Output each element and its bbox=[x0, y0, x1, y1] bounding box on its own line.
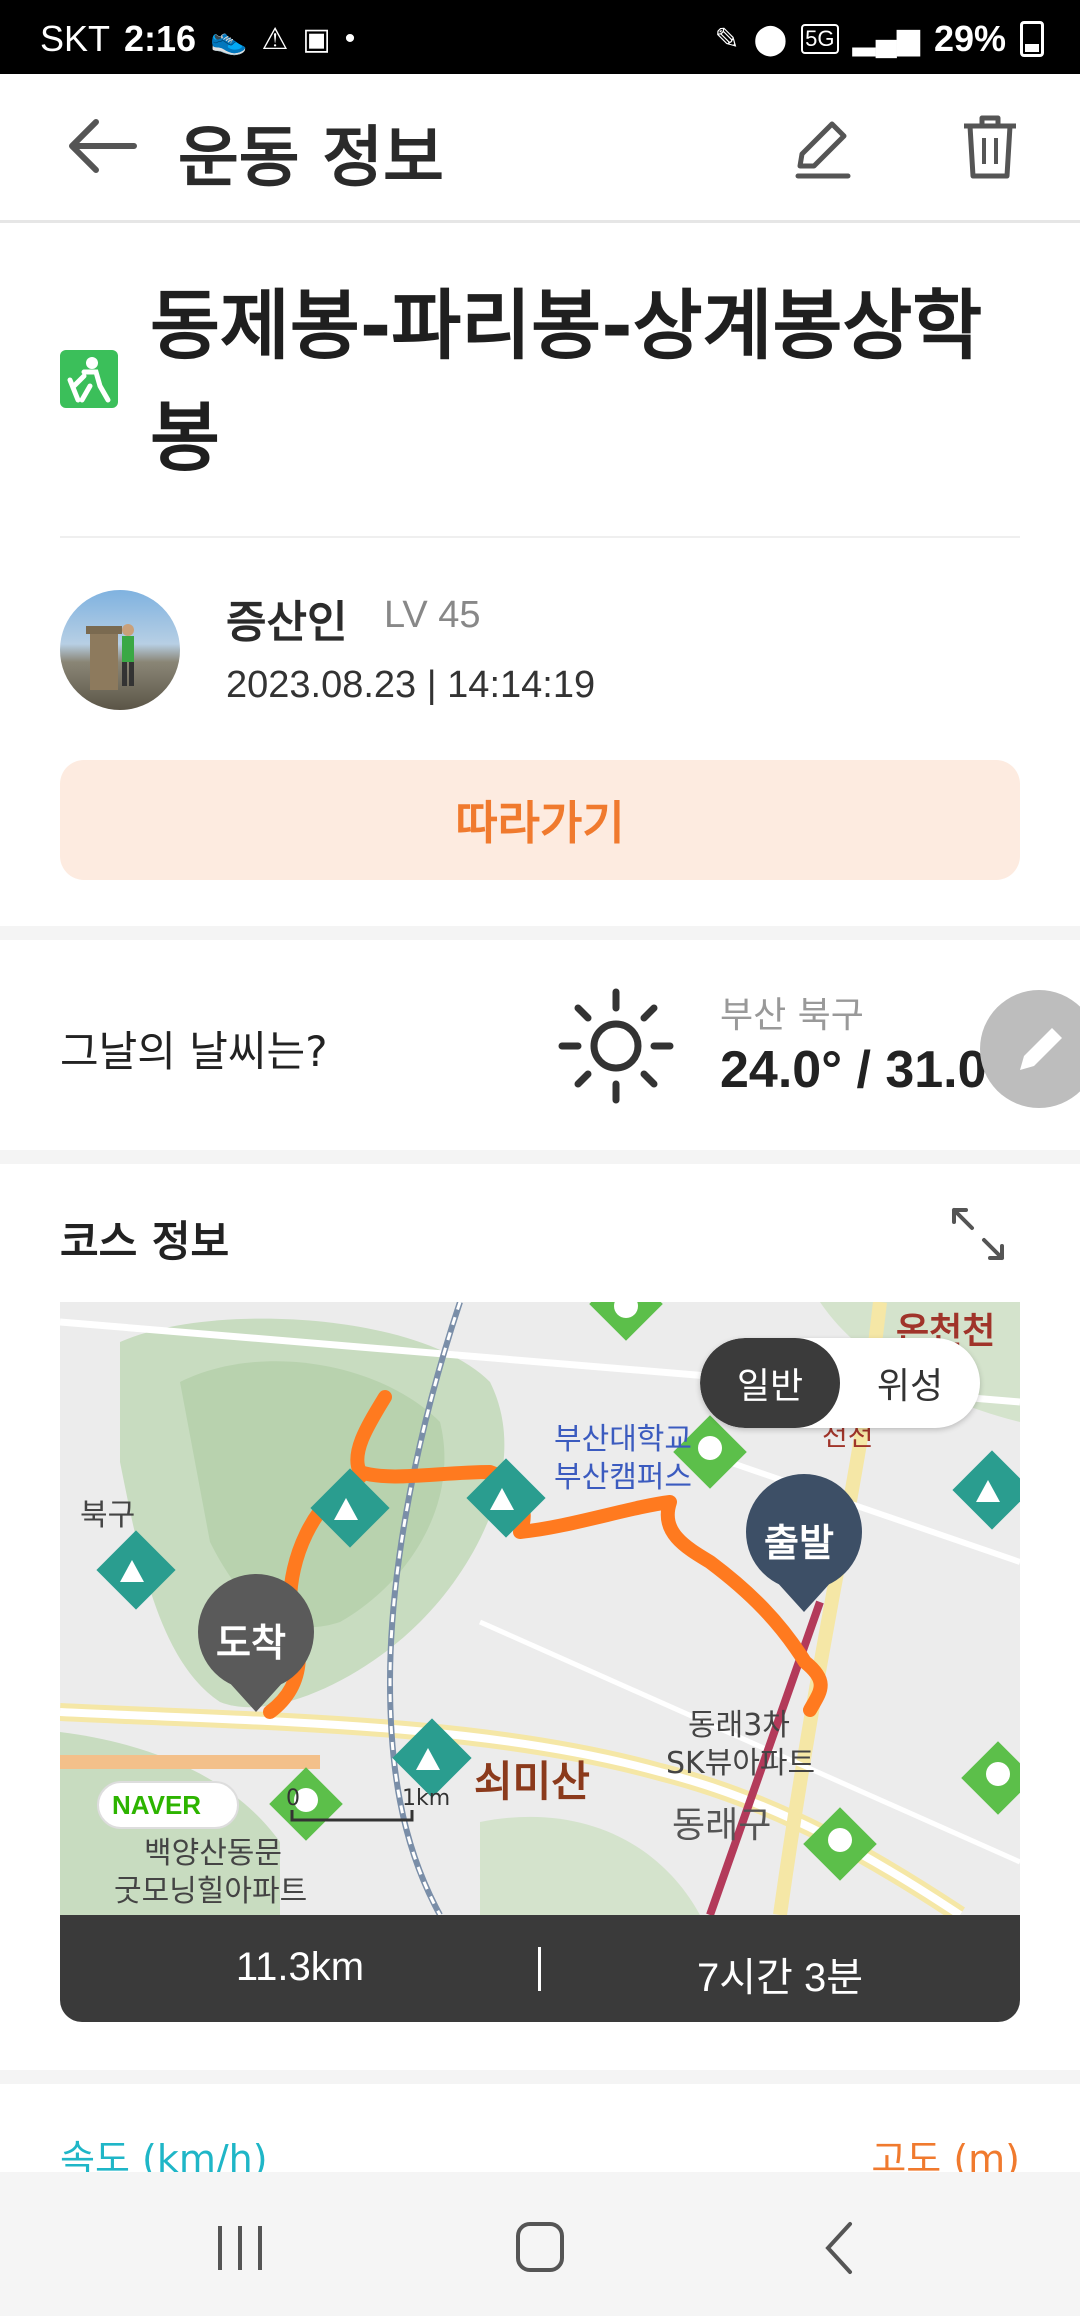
edit-button[interactable] bbox=[790, 114, 856, 180]
sun-icon bbox=[556, 986, 676, 1106]
start-marker-label: 출발 bbox=[764, 1521, 834, 1565]
back-arrow-icon bbox=[69, 119, 137, 173]
pen-mute-icon: ✎ bbox=[714, 22, 740, 56]
warning-icon: ⚠ bbox=[261, 22, 289, 56]
map-type-normal[interactable]: 일반 bbox=[700, 1338, 840, 1428]
map-label: SK뷰아파트 bbox=[666, 1746, 816, 1781]
user-level: LV 45 bbox=[384, 594, 481, 636]
back-nav-button[interactable] bbox=[800, 2212, 880, 2282]
avatar-photo bbox=[86, 624, 134, 690]
section-separator bbox=[0, 2070, 1080, 2084]
course-label: 코스 정보 bbox=[60, 1217, 230, 1266]
app-notification-icon: ▣ bbox=[302, 22, 331, 56]
user-name[interactable]: 증산인 bbox=[226, 586, 347, 650]
location-icon: ⬤ bbox=[753, 22, 788, 56]
distance-value: 11.3km bbox=[235, 1945, 365, 1989]
end-marker-label: 도착 bbox=[216, 1621, 286, 1665]
shoe-icon: 👟 bbox=[210, 22, 248, 56]
page-title: 운동 정보 bbox=[178, 119, 444, 196]
recent-apps-icon bbox=[218, 2226, 262, 2270]
map-label: 굿모닝힐아파트 bbox=[114, 1874, 308, 1909]
carrier: SKT bbox=[40, 18, 111, 59]
back-button[interactable] bbox=[66, 116, 138, 176]
pencil-icon bbox=[1020, 1028, 1062, 1070]
activity-datetime: 2023.08.23 | 14:14:19 bbox=[226, 664, 596, 706]
pencil-icon bbox=[795, 121, 851, 179]
activity-title: 동제봉-파리봉-상계봉상학봉 bbox=[150, 281, 983, 482]
delete-button[interactable] bbox=[960, 114, 1020, 180]
signal-icon: ▂▄▆ bbox=[852, 22, 920, 56]
map-label: 동래구 bbox=[672, 1805, 772, 1846]
hiking-icon bbox=[60, 350, 118, 408]
divider bbox=[60, 536, 1020, 538]
scale-start-label: 0 bbox=[286, 1786, 300, 1811]
section-separator bbox=[0, 926, 1080, 940]
status-bar: SKT 2:16 👟 ⚠ ▣ • ✎ ⬤ 5G ▂▄▆ 29% bbox=[0, 0, 1080, 74]
weather-label: 그날의 날씨는? bbox=[60, 1027, 328, 1076]
avatar[interactable] bbox=[60, 590, 180, 710]
map-type-toggle: 일반 위성 bbox=[700, 1338, 980, 1428]
network-type: 5G bbox=[801, 24, 839, 54]
dot-icon: • bbox=[344, 22, 356, 55]
duration-value: 7시간 3분 bbox=[696, 1956, 863, 2000]
course-map[interactable]: 북구 부산대학교 부산캠퍼스 온천천 천천 동래3차 SK뷰아파트 쇠미산 동래… bbox=[60, 1302, 1020, 1915]
section-separator bbox=[0, 1150, 1080, 1164]
expand-icon bbox=[952, 1208, 1004, 1260]
recent-apps-button[interactable] bbox=[200, 2212, 280, 2282]
follow-button[interactable]: 따라가기 bbox=[60, 760, 1020, 880]
home-icon bbox=[516, 2222, 564, 2272]
home-button[interactable] bbox=[500, 2212, 580, 2282]
scale-end-label: 1km bbox=[402, 1786, 451, 1811]
expand-map-button[interactable] bbox=[950, 1206, 1006, 1262]
map-label: 쇠미산 bbox=[474, 1757, 590, 1806]
weather-edit-button[interactable] bbox=[980, 990, 1080, 1108]
battery-percent: 29% bbox=[933, 18, 1006, 59]
naver-logo: NAVER bbox=[112, 1790, 202, 1820]
clock: 2:16 bbox=[124, 18, 197, 59]
map-label: 부산캠퍼스 bbox=[554, 1460, 692, 1495]
trash-icon bbox=[964, 115, 1016, 179]
system-nav-bar bbox=[0, 2172, 1080, 2316]
map-type-satellite[interactable]: 위성 bbox=[840, 1338, 980, 1428]
course-stats: 11.3km 7시간 3분 bbox=[60, 1915, 1020, 2022]
map-label: 북구 bbox=[80, 1498, 136, 1533]
app-bar: 운동 정보 bbox=[0, 74, 1080, 223]
back-chevron-icon bbox=[825, 2222, 852, 2274]
battery-icon bbox=[1020, 21, 1044, 57]
weather-location: 부산 북구 bbox=[720, 995, 864, 1036]
